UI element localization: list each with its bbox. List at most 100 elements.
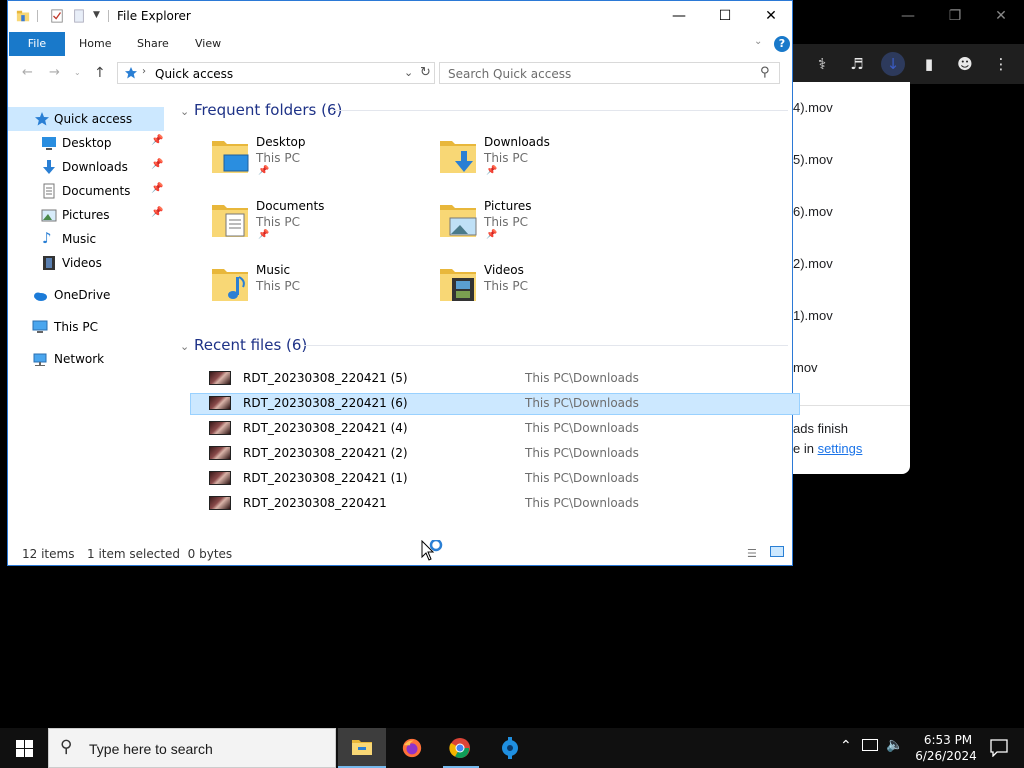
recent-locations-chevron-icon[interactable]: ⌄ bbox=[74, 68, 81, 77]
download-item[interactable]: 1).mov bbox=[793, 308, 833, 323]
file-location: This PC\Downloads bbox=[525, 446, 639, 460]
file-row[interactable]: RDT_20230308_220421 (4) This PC\Download… bbox=[190, 418, 800, 440]
labs-flask-icon[interactable]: ⚕ bbox=[810, 52, 834, 76]
nav-item-documents[interactable]: Documents 📌 bbox=[8, 179, 164, 203]
folder-location: This PC bbox=[484, 215, 528, 229]
documents-folder-icon bbox=[212, 205, 248, 237]
notifications-icon[interactable] bbox=[990, 739, 1008, 757]
download-item[interactable]: 2).mov bbox=[793, 256, 833, 271]
menu-kebab-icon[interactable]: ⋮ bbox=[989, 52, 1013, 76]
nav-item-music[interactable]: ♪ Music bbox=[8, 227, 164, 251]
frequent-folders-header[interactable]: ⌄ Frequent folders (6) bbox=[180, 101, 342, 119]
up-arrow-icon[interactable]: ↑ bbox=[94, 65, 106, 81]
properties-icon[interactable] bbox=[50, 9, 64, 23]
file-row[interactable]: RDT_20230308_220421 (1) This PC\Download… bbox=[190, 468, 800, 490]
tab-file[interactable]: File bbox=[9, 32, 65, 56]
film-icon bbox=[43, 256, 55, 270]
volume-muted-icon[interactable]: 🔈 bbox=[886, 737, 903, 753]
nav-item-quick-access[interactable]: Quick access bbox=[8, 107, 164, 131]
address-dropdown-icon[interactable]: ⌄ bbox=[404, 66, 413, 79]
folder-tile-videos[interactable]: Videos This PC bbox=[438, 261, 658, 317]
taskbar-chrome[interactable] bbox=[437, 728, 485, 768]
close-button[interactable]: ✕ bbox=[748, 1, 794, 32]
recent-files-header[interactable]: ⌄ Recent files (6) bbox=[180, 336, 307, 354]
back-arrow-icon[interactable]: ← bbox=[22, 65, 33, 80]
forward-arrow-icon[interactable]: → bbox=[49, 65, 60, 80]
new-folder-icon[interactable] bbox=[72, 9, 86, 23]
folder-tile-music[interactable]: Music This PC bbox=[210, 261, 430, 317]
file-location: This PC\Downloads bbox=[525, 471, 639, 485]
folder-location: This PC bbox=[484, 151, 528, 165]
side-panel-icon[interactable]: ▮ bbox=[917, 52, 941, 76]
details-view-icon[interactable]: ☰ bbox=[747, 547, 757, 560]
download-arrow-icon bbox=[43, 160, 55, 174]
chrome-minimize-button[interactable]: — bbox=[893, 8, 923, 24]
video-thumbnail bbox=[209, 446, 231, 460]
help-icon[interactable]: ? bbox=[774, 36, 790, 52]
tab-view[interactable]: View bbox=[183, 32, 233, 56]
taskbar-search-input[interactable]: ⚲ Type here to search bbox=[48, 728, 336, 768]
nav-item-downloads[interactable]: Downloads 📌 bbox=[8, 155, 164, 179]
expand-ribbon-chevron-icon[interactable]: ⌄ bbox=[754, 36, 762, 47]
download-item[interactable]: 4).mov bbox=[793, 100, 833, 115]
start-button[interactable] bbox=[0, 728, 48, 768]
taskbar-file-explorer[interactable] bbox=[338, 728, 386, 768]
nav-label: Downloads bbox=[62, 160, 128, 174]
nav-item-pictures[interactable]: Pictures 📌 bbox=[8, 203, 164, 227]
collapse-chevron-icon: ⌄ bbox=[180, 340, 190, 353]
tab-home[interactable]: Home bbox=[67, 32, 123, 56]
file-row-selected[interactable]: RDT_20230308_220421 (6) This PC\Download… bbox=[190, 393, 800, 415]
address-row: ← → ⌄ ↑ › Quick access ⌄ ↻ Search Quick … bbox=[8, 59, 792, 87]
nav-item-this-pc[interactable]: This PC bbox=[8, 315, 164, 339]
taskbar-app-blue[interactable] bbox=[486, 728, 534, 768]
chrome-close-button[interactable]: ✕ bbox=[986, 8, 1016, 24]
network-icon[interactable] bbox=[862, 739, 878, 751]
downloads-footer-text: ads finish bbox=[793, 421, 848, 436]
folder-tile-documents[interactable]: Documents This PC 📌 bbox=[210, 197, 430, 253]
pin-icon: 📌 bbox=[151, 135, 164, 146]
clock-time[interactable]: 6:53 PM bbox=[916, 733, 980, 747]
folder-tile-desktop[interactable]: Desktop This PC 📌 bbox=[210, 133, 430, 189]
large-icons-view-icon[interactable] bbox=[770, 546, 784, 557]
nav-item-network[interactable]: Network bbox=[8, 347, 164, 371]
search-input[interactable]: Search Quick access ⚲ bbox=[439, 62, 780, 84]
downloads-icon[interactable]: ↓ bbox=[881, 52, 905, 76]
media-queue-icon[interactable]: ♬ bbox=[845, 52, 869, 76]
breadcrumb[interactable]: Quick access bbox=[155, 67, 233, 81]
title-bar[interactable]: ▼ File Explorer — ☐ ✕ bbox=[8, 1, 792, 32]
chrome-restore-button[interactable]: ❐ bbox=[940, 8, 970, 24]
minimize-button[interactable]: — bbox=[656, 1, 702, 32]
qat-dropdown-icon[interactable]: ▼ bbox=[93, 10, 100, 20]
pin-icon: 📌 bbox=[486, 230, 498, 240]
nav-item-videos[interactable]: Videos bbox=[8, 251, 164, 275]
breadcrumb-chevron-icon[interactable]: › bbox=[142, 66, 146, 77]
divider bbox=[332, 110, 788, 111]
search-placeholder: Type here to search bbox=[89, 741, 213, 757]
clock-date[interactable]: 6/26/2024 bbox=[910, 749, 982, 763]
tab-share[interactable]: Share bbox=[125, 32, 181, 56]
refresh-icon[interactable]: ↻ bbox=[420, 65, 431, 80]
folder-tile-downloads[interactable]: Downloads This PC 📌 bbox=[438, 133, 658, 189]
windows-logo-icon bbox=[16, 740, 33, 757]
pictures-folder-icon bbox=[440, 205, 477, 237]
star-icon bbox=[35, 112, 49, 126]
file-row[interactable]: RDT_20230308_220421 This PC\Downloads bbox=[190, 493, 800, 515]
file-name: RDT_20230308_220421 (6) bbox=[243, 396, 408, 410]
maximize-button[interactable]: ☐ bbox=[702, 1, 748, 32]
nav-label: OneDrive bbox=[54, 288, 111, 302]
file-row[interactable]: RDT_20230308_220421 (2) This PC\Download… bbox=[190, 443, 800, 465]
profile-icon[interactable]: ☻ bbox=[953, 52, 977, 76]
nav-item-desktop[interactable]: Desktop 📌 bbox=[8, 131, 164, 155]
taskbar-firefox[interactable] bbox=[388, 728, 436, 768]
divider bbox=[108, 10, 109, 22]
folder-name: Downloads bbox=[484, 135, 550, 149]
downloads-bubble: 4).mov 5).mov 6).mov 2).mov 1).mov mov a… bbox=[793, 82, 910, 474]
settings-link[interactable]: settings bbox=[818, 441, 863, 456]
download-item[interactable]: 5).mov bbox=[793, 152, 833, 167]
file-row[interactable]: RDT_20230308_220421 (5) This PC\Download… bbox=[190, 368, 800, 390]
show-hidden-icons-chevron-icon[interactable]: ⌃ bbox=[840, 738, 852, 754]
address-bar[interactable]: › Quick access ⌄ ↻ bbox=[117, 62, 435, 84]
folder-tile-pictures[interactable]: Pictures This PC 📌 bbox=[438, 197, 658, 253]
download-item[interactable]: 6).mov bbox=[793, 204, 833, 219]
nav-item-onedrive[interactable]: OneDrive bbox=[8, 283, 164, 307]
